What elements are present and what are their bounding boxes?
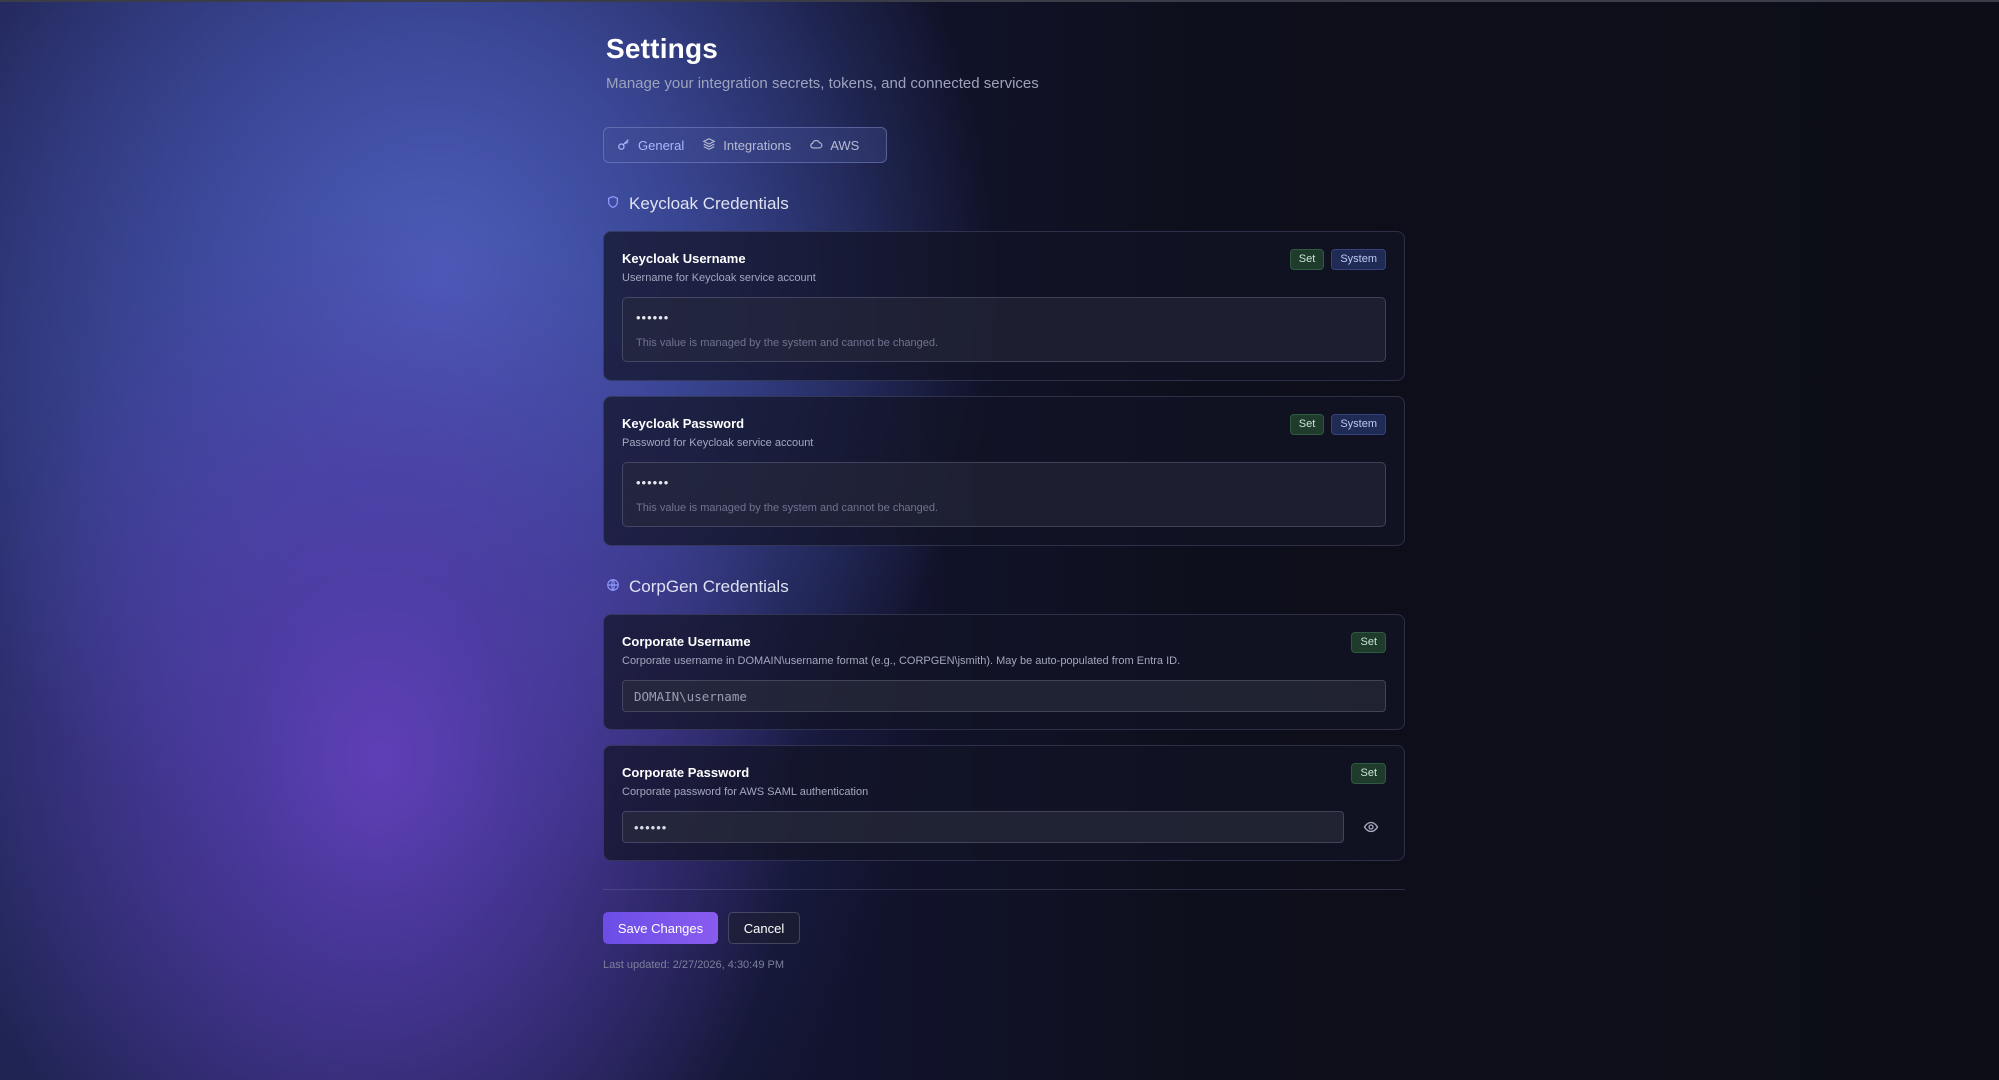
field-badges: Set [1351, 632, 1386, 653]
corpgen-section-title: CorpGen Credentials [629, 577, 789, 596]
field-badges: Set [1351, 763, 1386, 784]
settings-tabs: General Integrations AWS [603, 127, 887, 163]
keycloak-username-card: Keycloak Username Username for Keycloak … [603, 231, 1405, 381]
cloud-icon [809, 137, 823, 154]
keycloak-username-readonly-field: •••••• This value is managed by the syst… [622, 297, 1386, 362]
cancel-button[interactable]: Cancel [728, 912, 800, 944]
field-description: Corporate password for AWS SAML authenti… [622, 786, 869, 798]
corporate-username-card: Corporate Username Corporate username in… [603, 614, 1405, 730]
status-badge-system: System [1331, 249, 1386, 270]
corporate-password-card: Corporate Password Corporate password fo… [603, 745, 1405, 861]
field-description: Password for Keycloak service account [622, 437, 814, 449]
tab-aws-label: AWS [830, 137, 860, 153]
keycloak-password-card: Keycloak Password Password for Keycloak … [603, 396, 1405, 546]
readonly-note: This value is managed by the system and … [636, 502, 939, 514]
shield-icon [606, 194, 620, 214]
masked-value: •••••• [636, 475, 670, 490]
last-updated-timestamp: Last updated: 2/27/2026, 4:30:49 PM [603, 959, 785, 971]
keycloak-password-readonly-field: •••••• This value is managed by the syst… [622, 462, 1386, 527]
status-badge-set: Set [1289, 414, 1325, 435]
keycloak-section-heading: Keycloak Credentials [606, 194, 789, 214]
status-badge-set: Set [1289, 249, 1325, 270]
status-badge-set: Set [1351, 632, 1386, 653]
tab-general-label: General [638, 137, 685, 153]
tab-aws[interactable]: AWS [802, 131, 866, 160]
tab-integrations[interactable]: Integrations [695, 131, 798, 160]
field-label: Keycloak Username [622, 251, 746, 266]
field-label: Corporate Username [622, 634, 751, 649]
tab-integrations-label: Integrations [723, 137, 792, 153]
corporate-username-input[interactable]: DOMAIN\username [622, 680, 1386, 712]
page-subtitle: Manage your integration secrets, tokens,… [606, 75, 1039, 92]
tab-general[interactable]: General [610, 131, 691, 160]
page-title: Settings [606, 33, 719, 64]
keycloak-section-title: Keycloak Credentials [629, 194, 789, 213]
field-label: Corporate Password [622, 765, 750, 780]
layers-icon [702, 137, 716, 154]
status-badge-set: Set [1351, 763, 1386, 784]
eye-icon[interactable] [1363, 819, 1379, 835]
field-badges: Set System [1289, 414, 1386, 435]
field-badges: Set System [1289, 249, 1386, 270]
corporate-password-input[interactable]: •••••• [622, 811, 1344, 843]
save-changes-button[interactable]: Save Changes [603, 912, 718, 944]
field-description: Username for Keycloak service account [622, 272, 816, 284]
field-description: Corporate username in DOMAIN\username fo… [622, 655, 1181, 667]
corpgen-section-heading: CorpGen Credentials [606, 577, 789, 597]
globe-icon [606, 577, 620, 597]
field-label: Keycloak Password [622, 416, 745, 431]
window-top-border [0, 0, 1999, 2]
key-icon [617, 137, 631, 154]
status-badge-system: System [1331, 414, 1386, 435]
readonly-note: This value is managed by the system and … [636, 337, 939, 349]
masked-value: •••••• [636, 310, 670, 325]
actions-divider [603, 889, 1405, 890]
